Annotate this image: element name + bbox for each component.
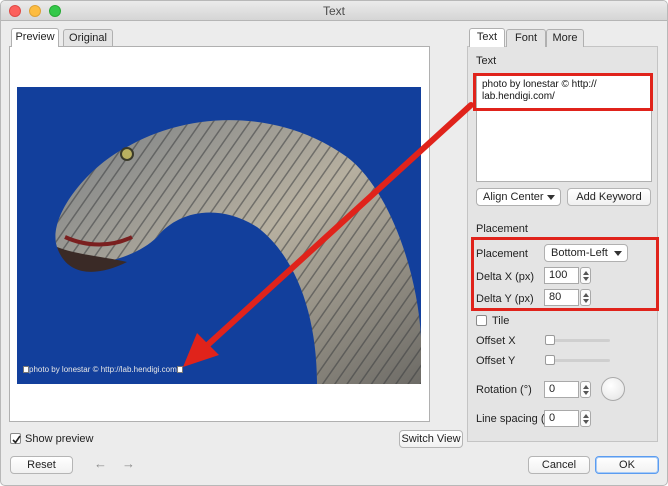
tab-text[interactable]: Text: [469, 28, 505, 47]
tab-preview[interactable]: Preview: [11, 28, 59, 47]
dialog-window: Text Preview Original photo by lonestar …: [0, 0, 668, 486]
annotation-arrow-icon: [183, 102, 474, 367]
